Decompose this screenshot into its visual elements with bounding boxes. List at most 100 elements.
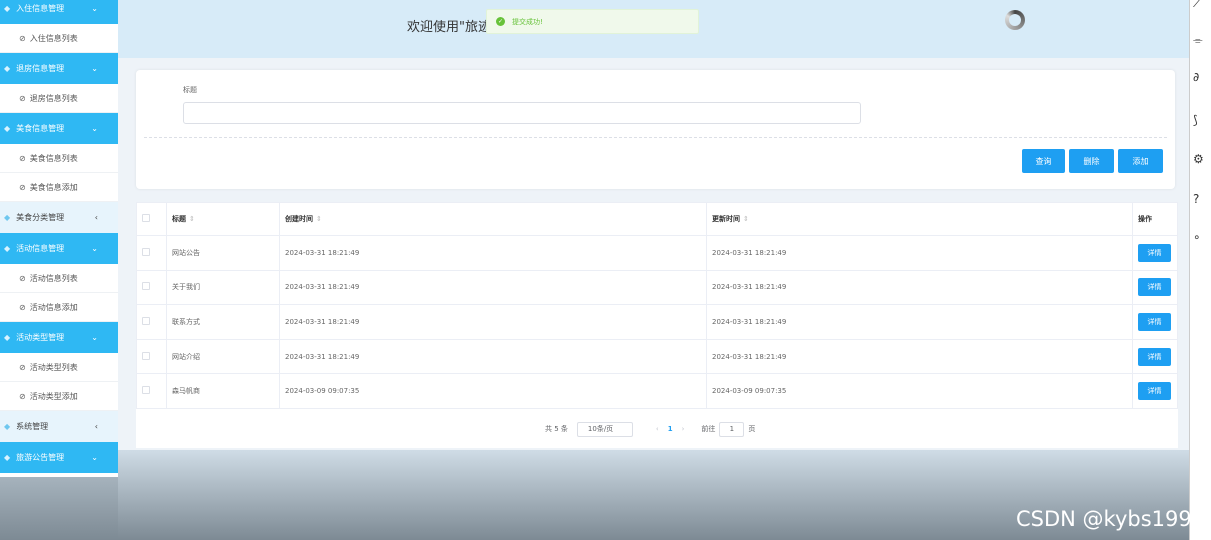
table-row: 关于我们 2024-03-31 18:21:49 2024-03-31 18:21:… (136, 269, 1178, 306)
circle-check-icon: ⊘ (19, 153, 26, 163)
title-search-input[interactable] (183, 102, 861, 124)
menu-header[interactable]: ◆ 美食信息管理 ⌄ (0, 113, 118, 144)
column-updated[interactable]: 更新时间 ⇕ (706, 202, 1133, 236)
sort-icon[interactable]: ⇕ (316, 215, 322, 223)
row-select-cell[interactable] (136, 373, 167, 409)
select-all-cell[interactable] (136, 202, 167, 236)
sidebar-subitem-label: 退房信息列表 (29, 93, 78, 103)
menu-group: ◆ 美食分类管理 ‹ (0, 202, 118, 233)
sort-icon[interactable]: ⇕ (189, 215, 195, 223)
sidebar-subitem[interactable]: ⊘ 活动类型添加 (0, 382, 118, 411)
sidebar-menu: ◆ 入住信息管理 ⌄ ⊘ 入住信息列表 ◆ 退房信息管理 ⌄ ⊘ 退房信息列表 ◆ 美食信息管理 ⌄ ⊘ 美… (0, 0, 118, 477)
circle-check-icon: ⊘ (19, 182, 26, 192)
settings-icon[interactable]: ⚙ (1193, 152, 1204, 166)
link-icon[interactable]: ∂ (1193, 70, 1199, 84)
diamond-icon: ◆ (4, 64, 11, 73)
page-size-select[interactable]: 10条/页 (576, 421, 633, 437)
page-number-current[interactable]: 1 (668, 425, 673, 433)
menu-header-label: 活动类型管理 (16, 333, 65, 342)
column-title[interactable]: 标题 ⇕ (166, 202, 280, 236)
watermark: CSDN @kybs1991 (1016, 507, 1206, 531)
row-select-cell[interactable] (136, 338, 167, 375)
sidebar-subitem[interactable]: ⊘ 美食信息列表 (0, 144, 118, 173)
more-icon[interactable]: ∘ (1193, 230, 1201, 244)
sidebar-footer-background (0, 477, 118, 540)
created-cell: 2024-03-31 18:21:49 (279, 235, 707, 271)
detail-button[interactable]: 详情 (1138, 347, 1171, 366)
menu-header-label: 旅游公告管理 (16, 453, 65, 462)
sidebar-subitem[interactable]: ⊘ 活动信息添加 (0, 293, 118, 322)
menu-group: ◆ 美食信息管理 ⌄ ⊘ 美食信息列表 ⊘ 美食信息添加 (0, 113, 118, 202)
row-checkbox[interactable] (142, 351, 150, 360)
circle-check-icon: ⊘ (19, 33, 26, 43)
menu-header-label: 退房信息管理 (16, 64, 65, 73)
menu-group: ◆ 入住信息管理 ⌄ ⊘ 入住信息列表 (0, 0, 118, 53)
detail-button[interactable]: 详情 (1138, 243, 1171, 262)
total-count: 共 5 条 (545, 425, 568, 433)
row-select-cell[interactable] (136, 269, 167, 306)
check-circle-icon: ✓ (496, 17, 505, 26)
brush-icon[interactable]: ⟆ (1193, 113, 1198, 127)
add-button[interactable]: 添加 (1118, 149, 1163, 173)
column-created[interactable]: 创建时间 ⇕ (279, 202, 707, 236)
title-cell: 关于我们 (166, 269, 280, 306)
pin-icon[interactable]: ⟋ (1193, 0, 1201, 11)
action-cell: 详情 (1132, 304, 1178, 340)
menu-header[interactable]: ◆ 系统管理 ‹ (0, 411, 118, 442)
sidebar-subitem[interactable]: ⊘ 活动类型列表 (0, 353, 118, 382)
sidebar-subitem[interactable]: ⊘ 入住信息列表 (0, 24, 118, 53)
detail-button[interactable]: 详情 (1138, 382, 1171, 401)
row-checkbox[interactable] (142, 282, 150, 291)
detail-button[interactable]: 详情 (1138, 278, 1171, 297)
browser-side-toolbar: ⟋ ⌯ ∂ ⟆ ⚙ ? ∘ (1189, 0, 1211, 540)
title-cell: 网站介绍 (166, 338, 280, 375)
goto-label: 前往 (701, 425, 716, 433)
loading-spinner-icon (1005, 10, 1025, 30)
help-icon[interactable]: ? (1193, 192, 1199, 206)
row-select-cell[interactable] (136, 235, 167, 271)
menu-header[interactable]: ◆ 退房信息管理 ⌄ (0, 53, 118, 84)
row-checkbox[interactable] (142, 386, 150, 395)
page-suffix: 页 (748, 425, 756, 433)
row-checkbox[interactable] (142, 247, 150, 256)
row-checkbox[interactable] (142, 316, 150, 325)
sidebar-subitem[interactable]: ⊘ 美食信息添加 (0, 173, 118, 202)
menu-header[interactable]: ◆ 美食分类管理 ‹ (0, 202, 118, 233)
row-select-cell[interactable] (136, 304, 167, 340)
ruler-icon[interactable]: ⌯ (1193, 33, 1203, 48)
welcome-title: 欢迎使用"旅迹 (407, 20, 491, 35)
query-button[interactable]: 查询 (1022, 149, 1065, 173)
sidebar-subitem[interactable]: ⊘ 退房信息列表 (0, 84, 118, 113)
updated-cell: 2024-03-31 18:21:49 (706, 235, 1133, 271)
menu-group: ◆旅游公告管理⌄⊘旅游公告 (0, 442, 118, 477)
goto-page-input[interactable]: 1 (719, 421, 745, 437)
sidebar-subitem-label: 活动信息列表 (29, 273, 78, 283)
menu-header[interactable]: ◆ 旅游公告管理 ⌄ (0, 442, 118, 473)
column-actions: 操作 (1132, 202, 1178, 236)
data-table-panel: 标题 ⇕ 创建时间 ⇕ 更新时间 ⇕ 操作 网站公告 2024-03-31 18:21:… (136, 202, 1178, 448)
menu-header[interactable]: ◆ 活动类型管理 ⌄ (0, 322, 118, 353)
detail-button[interactable]: 详情 (1138, 312, 1171, 331)
sidebar-subitem[interactable]: ⊘ 活动信息列表 (0, 264, 118, 293)
circle-check-icon: ⊘ (19, 93, 26, 103)
diamond-icon: ◆ (4, 244, 11, 253)
chevron-down-icon: ⌄ (91, 453, 98, 462)
chevron-down-icon: ⌄ (91, 244, 98, 253)
menu-header[interactable]: ◆ 活动信息管理 ⌄ (0, 233, 118, 264)
menu-header[interactable]: ◆ 入住信息管理 ⌄ (0, 0, 118, 24)
table-row: 网站介绍 2024-03-31 18:21:49 2024-03-31 18:21:… (136, 338, 1178, 375)
updated-cell: 2024-03-31 18:21:49 (706, 338, 1133, 375)
action-cell: 详情 (1132, 338, 1178, 375)
select-all-checkbox[interactable] (142, 214, 150, 222)
chevron-down-icon: ⌄ (91, 4, 98, 13)
sidebar-subitem-label: 入住信息列表 (29, 33, 78, 43)
diamond-icon: ◆ (4, 4, 11, 13)
title-label: 标题 (183, 86, 197, 94)
delete-button[interactable]: 删除 (1069, 149, 1114, 173)
created-cell: 2024-03-31 18:21:49 (279, 338, 707, 375)
sidebar-subitem-label: 活动类型列表 (29, 362, 78, 372)
prev-page-button[interactable]: ‹ (656, 425, 659, 433)
next-page-button[interactable]: › (682, 425, 685, 433)
sort-icon[interactable]: ⇕ (743, 215, 749, 223)
divider (144, 137, 1167, 138)
